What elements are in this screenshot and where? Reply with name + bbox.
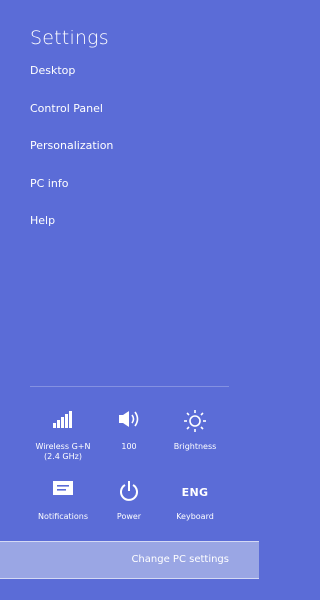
network-tile[interactable]: Wireless G+N (2.4 GHz) (26, 410, 100, 462)
charm-title: Settings (30, 27, 109, 49)
wifi-signal-icon (26, 410, 100, 436)
change-pc-settings-label: Change PC settings (131, 554, 229, 565)
keyboard-tile[interactable]: ENG Keyboard (158, 480, 232, 522)
power-tile[interactable]: Power (92, 480, 166, 522)
menu-item-control-panel[interactable]: Control Panel (30, 100, 113, 138)
speaker-icon (92, 410, 166, 436)
power-icon (92, 480, 166, 506)
volume-tile[interactable]: 100 (92, 410, 166, 452)
power-label: Power (116, 512, 142, 521)
change-pc-settings-button[interactable]: Change PC settings (0, 541, 259, 579)
menu-item-help[interactable]: Help (30, 212, 113, 250)
keyboard-language-indicator: ENG (158, 480, 232, 506)
notifications-label: Notifications (37, 512, 89, 521)
network-label: Wireless G+N (2.4 GHz) (26, 442, 100, 462)
keyboard-code: ENG (181, 486, 209, 499)
sun-icon (158, 410, 232, 436)
menu-item-pc-info[interactable]: PC info (30, 175, 113, 213)
menu-item-personalization[interactable]: Personalization (30, 137, 113, 175)
brightness-label: Brightness (173, 442, 217, 451)
divider (30, 386, 229, 387)
settings-charm: Settings Desktop Control Panel Personali… (0, 0, 259, 600)
keyboard-label: Keyboard (176, 512, 214, 521)
notifications-tile[interactable]: Notifications (26, 480, 100, 522)
brightness-tile[interactable]: Brightness (158, 410, 232, 452)
network-band: (2.4 GHz) (44, 452, 82, 461)
volume-label: 100 (121, 442, 137, 451)
network-name: Wireless G+N (35, 442, 91, 451)
notifications-icon (26, 480, 100, 506)
menu-item-desktop[interactable]: Desktop (30, 62, 113, 100)
settings-menu: Desktop Control Panel Personalization PC… (30, 62, 113, 250)
